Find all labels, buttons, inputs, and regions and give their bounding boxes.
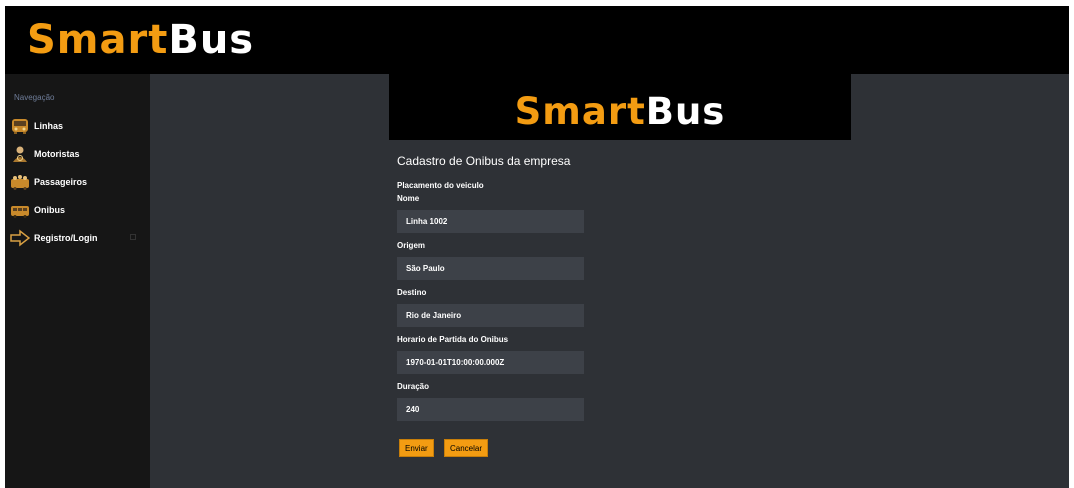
origem-label: Origem [397,241,426,250]
destino-input[interactable] [397,304,584,327]
horario-label: Horario de Partida do Onibus [397,335,509,344]
sidebar-item-passageiros[interactable]: Passageiros [10,171,142,193]
sidebar-item-label: Onibus [34,205,65,215]
destino-label: Destino [397,288,427,297]
sidebar-item-label: Motoristas [34,149,80,159]
login-arrow-icon [10,229,30,247]
duracao-label: Duração [397,382,430,391]
app-window: SmartBus Navegação Linhas Motoristas Pas… [5,6,1069,488]
top-header: SmartBus [5,6,1069,74]
main-content: SmartBus Cadastro de Onibus da empresa P… [150,74,1069,488]
header-logo[interactable]: SmartBus [27,14,254,66]
sidebar-item-label: Registro/Login [34,233,98,243]
passengers-icon [10,173,30,191]
logo-text-bus: Bus [645,90,726,133]
logo-text-smart: Smart [514,90,646,133]
driver-icon [10,145,30,163]
submit-button[interactable]: Enviar [399,439,434,457]
sidebar-title: Navegação [14,93,55,102]
form-title: Cadastro de Onibus da empresa [397,154,571,168]
nome-input[interactable] [397,210,584,233]
horario-input[interactable] [397,351,584,374]
duracao-input[interactable] [397,398,584,421]
sidebar-item-label: Passageiros [34,177,88,187]
sidebar-item-motoristas[interactable]: Motoristas [10,143,142,165]
form-subtitle: Placamento do veiculo [397,181,484,190]
sidebar: Navegação Linhas Motoristas Passageiros … [5,74,150,488]
cancel-button[interactable]: Cancelar [444,439,489,457]
expand-caret-icon[interactable] [130,234,136,240]
sidebar-item-linhas[interactable]: Linhas [10,115,142,137]
sidebar-item-label: Linhas [34,121,64,131]
origem-input[interactable] [397,257,584,280]
nome-label: Nome [397,194,420,203]
bus-icon [10,201,30,219]
sidebar-item-onibus[interactable]: Onibus [10,199,142,221]
banner-logo: SmartBus [389,88,851,136]
sidebar-item-registro-login[interactable]: Registro/Login [10,227,142,249]
logo-text-bus: Bus [168,17,255,63]
logo-text-smart: Smart [27,17,169,63]
bus-front-icon [10,117,30,135]
content-banner: SmartBus [389,74,851,140]
